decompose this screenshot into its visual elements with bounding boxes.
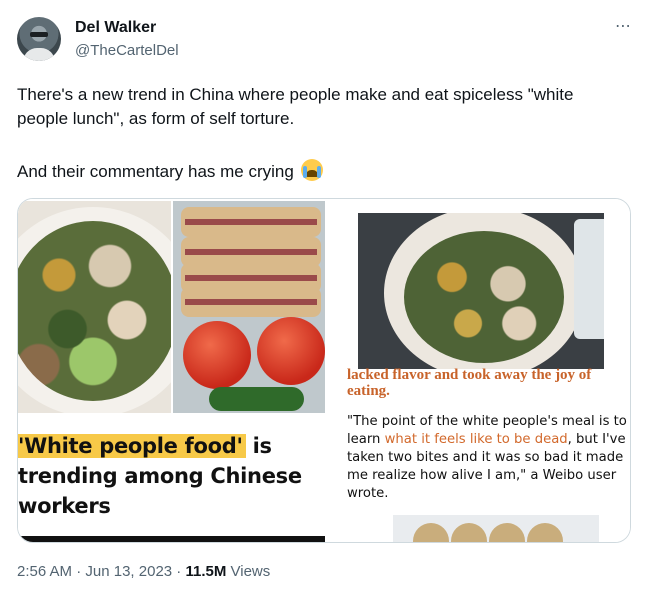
- media-image-right[interactable]: lacked flavor and took away the joy of e…: [327, 199, 630, 542]
- crackers-photo: [393, 515, 599, 542]
- quote-link: what it feels like to be dead: [384, 432, 568, 447]
- article-headline: 'White people food' is trending among Ch…: [18, 431, 325, 521]
- views-count: 11.5M: [185, 563, 227, 580]
- headline-part2: trending among Chinese: [18, 464, 302, 488]
- separator: ·: [172, 563, 186, 580]
- more-options-icon[interactable]: ⋯: [615, 16, 632, 36]
- tweet-text-line1: There's a new trend in China where peopl…: [17, 85, 574, 128]
- tweet-date[interactable]: Jun 13, 2023: [85, 563, 172, 580]
- tweet-time[interactable]: 2:56 AM: [17, 563, 72, 580]
- avatar-glasses: [30, 32, 48, 37]
- sandwich-photo: [173, 201, 325, 413]
- author-handle[interactable]: @TheCartelDel: [75, 42, 179, 59]
- article-quote: "The point of the white people's meal is…: [347, 413, 627, 503]
- separator: ·: [72, 563, 86, 580]
- media-card[interactable]: 'White people food' is trending among Ch…: [17, 198, 631, 543]
- views-label: Views: [226, 563, 271, 580]
- avatar[interactable]: [17, 17, 61, 61]
- avatar-shirt: [23, 48, 55, 61]
- tweet-text-crying: And their commentary has me crying: [17, 162, 294, 181]
- headline-part1: is: [245, 434, 272, 458]
- food-bowl-photo: [18, 201, 171, 413]
- tweet: Del Walker @TheCartelDel ⋯ There's a new…: [0, 0, 660, 597]
- author-name[interactable]: Del Walker: [75, 19, 156, 37]
- tweet-text-line2: And their commentary has me crying: [17, 159, 323, 184]
- image-bottom-bar: [18, 536, 325, 542]
- headline-part3: workers: [18, 494, 111, 518]
- article-cut-line-end: eating.: [347, 383, 390, 399]
- meal-container-photo: [358, 213, 604, 369]
- tweet-metadata: 2:56 AM · Jun 13, 2023 · 11.5M Views: [17, 563, 270, 580]
- media-image-left[interactable]: 'White people food' is trending among Ch…: [18, 199, 325, 542]
- loudly-crying-face-icon: [300, 159, 323, 181]
- headline-highlight: 'White people food': [18, 434, 246, 458]
